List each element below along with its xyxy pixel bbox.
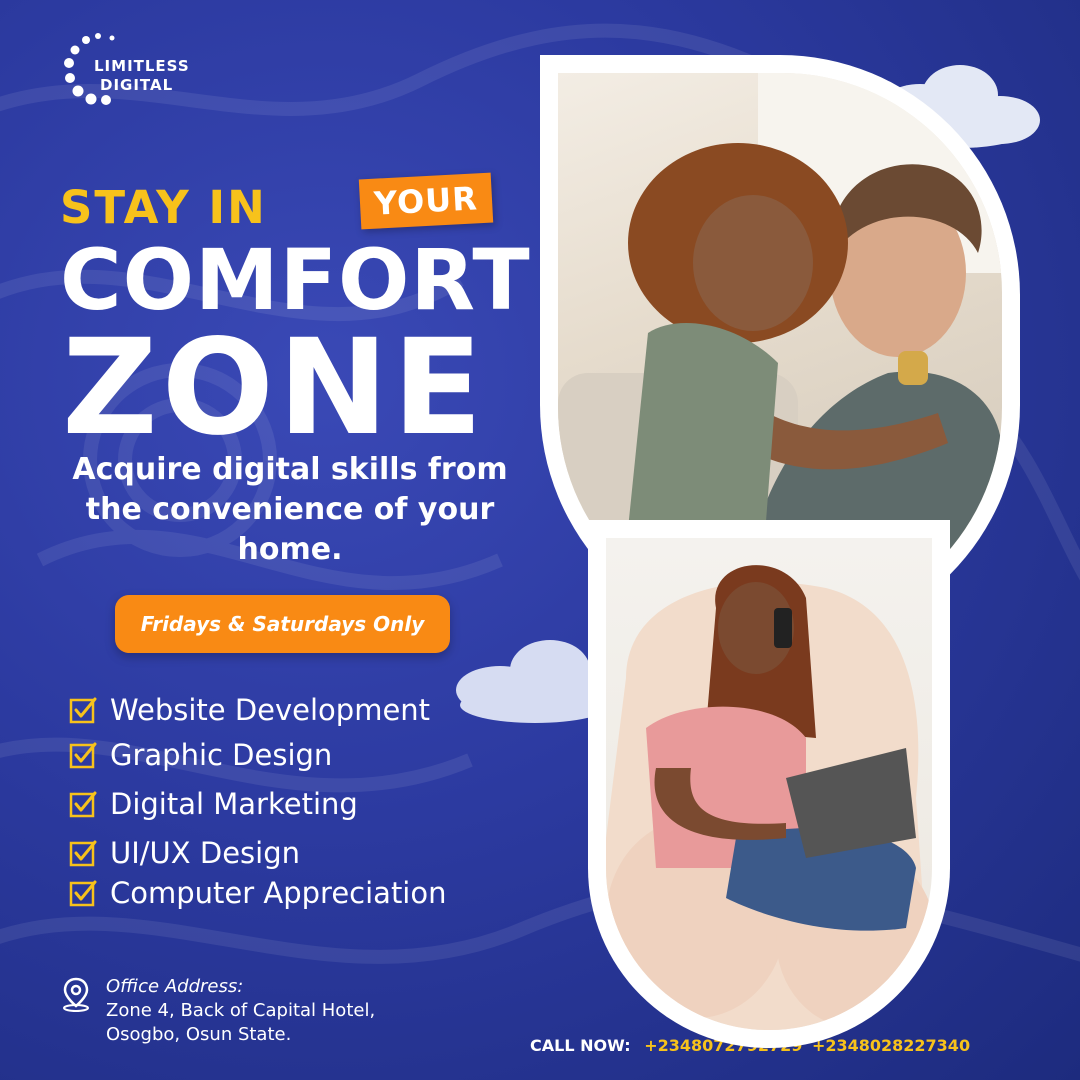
headline-zone: ZONE xyxy=(62,311,487,465)
checkbox-checked-icon xyxy=(69,697,97,724)
call-now-label: CALL NOW: xyxy=(530,1036,631,1055)
headline-your-tag: YOUR xyxy=(358,172,494,230)
brand-logo[interactable]: LIMITLESS DIGITAL xyxy=(62,28,252,108)
brand-name-line2: DIGITAL xyxy=(100,76,174,94)
skill-item-graphic-design: Graphic Design xyxy=(68,735,332,775)
headline-stay-in: STAY IN xyxy=(60,181,267,234)
checkbox-checked-icon xyxy=(69,840,97,867)
skill-label: Computer Appreciation xyxy=(110,876,447,910)
skill-label: Graphic Design xyxy=(110,738,333,772)
checkbox-checked-icon xyxy=(69,880,97,907)
checkbox-checked-icon xyxy=(69,791,97,818)
brand-name-line1: LIMITLESS xyxy=(94,57,190,75)
skill-item-computer-appreciation: Computer Appreciation xyxy=(68,873,447,913)
schedule-button[interactable]: Fridays & Saturdays Only xyxy=(115,595,450,653)
checkbox-checked-icon xyxy=(69,742,97,769)
address-line-2: Osogbo, Osun State. xyxy=(106,1024,292,1045)
photo-student xyxy=(606,538,932,1030)
brand-name: LIMITLESS DIGITAL xyxy=(94,57,190,95)
address-title: Office Address: xyxy=(106,976,244,997)
address-line-1: Zone 4, Back of Capital Hotel, xyxy=(106,1000,376,1021)
address-text: Office Address: Zone 4, Back of Capital … xyxy=(106,975,436,1047)
skill-label: UI/UX Design xyxy=(110,836,300,870)
photo-student-illustration xyxy=(606,565,932,1030)
skill-label: Website Development xyxy=(110,693,431,727)
subheadline: Acquire digital skills from the convenie… xyxy=(72,452,508,567)
location-pin-icon xyxy=(63,977,89,1012)
skill-item-uiux-design: UI/UX Design xyxy=(68,833,300,873)
photo-frame-student xyxy=(588,520,950,1048)
skill-item-digital-marketing: Digital Marketing xyxy=(68,784,358,824)
skill-item-website-development: Website Development xyxy=(68,690,430,730)
skill-label: Digital Marketing xyxy=(110,787,358,821)
phone-number-2[interactable]: +2348028227340 xyxy=(812,1036,970,1055)
